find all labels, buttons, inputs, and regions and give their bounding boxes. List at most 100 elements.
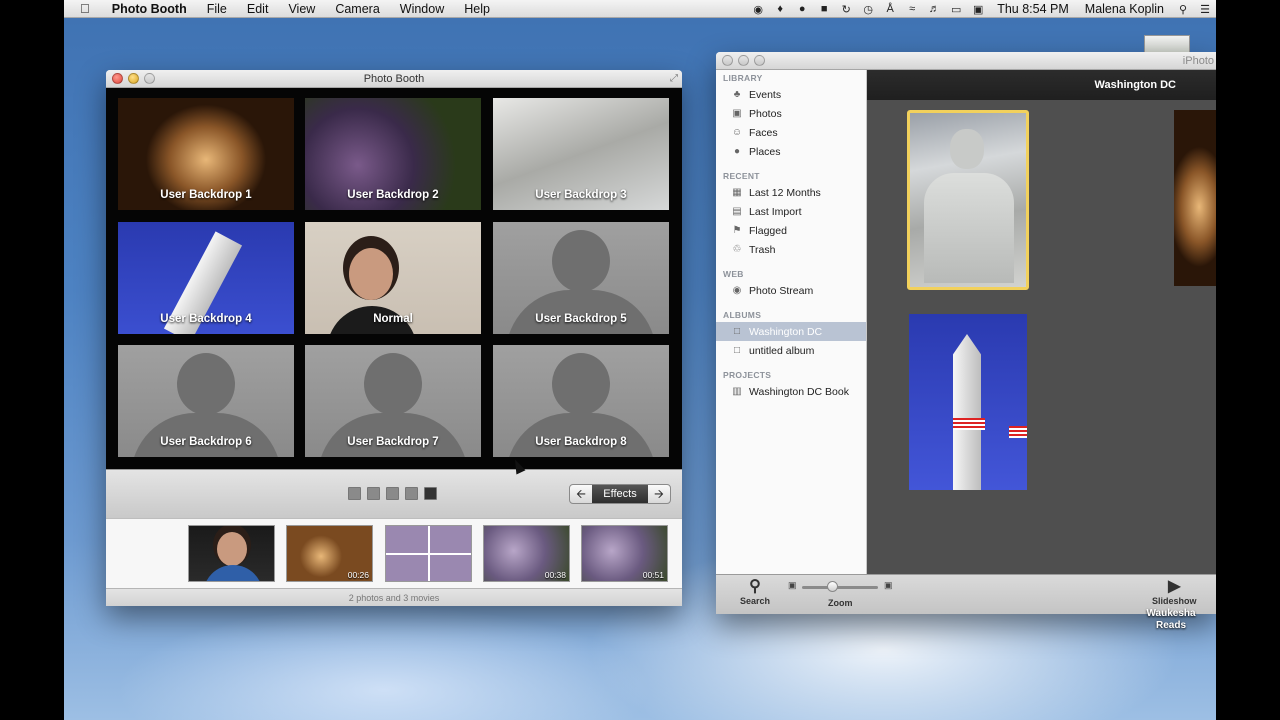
source-item-untitled-album[interactable]: □ untitled album <box>716 341 866 360</box>
window-controls <box>722 55 765 66</box>
page-dot-5[interactable] <box>424 487 437 500</box>
photo-washington-monument[interactable] <box>909 314 1027 490</box>
source-item-events[interactable]: ♣ Events <box>716 85 866 104</box>
thumbnail-2[interactable]: 00:26 <box>286 525 373 582</box>
list-menu-icon[interactable]: ☰ <box>1194 3 1216 16</box>
section-heading-web: WEB <box>723 269 744 279</box>
window-title: Photo Booth <box>363 73 425 85</box>
minimize-button[interactable] <box>128 73 139 84</box>
photo-lincoln-memorial[interactable] <box>1174 110 1216 286</box>
menu-camera[interactable]: Camera <box>325 2 389 16</box>
bluetooth-icon[interactable]: Å <box>879 3 901 15</box>
clock[interactable]: Thu 8:54 PM <box>989 2 1077 16</box>
menu-window[interactable]: Window <box>390 2 454 16</box>
effect-tile-5[interactable]: User Backdrop 5 <box>493 222 669 334</box>
close-button[interactable] <box>112 73 123 84</box>
spotlight-search-icon[interactable]: ⚲ <box>1172 3 1194 16</box>
evernote-icon[interactable]: ● <box>791 3 813 15</box>
page-dot-4[interactable] <box>405 487 418 500</box>
effect-label: User Backdrop 8 <box>535 436 627 448</box>
source-item-faces[interactable]: ☺ Faces <box>716 123 866 142</box>
effects-button[interactable]: Effects <box>592 485 648 503</box>
effect-tile-6[interactable]: User Backdrop 6 <box>118 345 294 457</box>
section-heading-albums: ALBUMS <box>723 310 762 320</box>
photo-booth-window: Photo Booth ⤢ User Backdrop 1 User Backd… <box>106 70 682 606</box>
zoom-slider-track[interactable] <box>802 586 878 589</box>
thumbnail-5[interactable]: 00:51 <box>581 525 668 582</box>
zoom-button[interactable] <box>754 55 765 66</box>
menu-view[interactable]: View <box>278 2 325 16</box>
trash-icon: ♲ <box>732 243 742 255</box>
source-item-last-import[interactable]: ▤ Last Import <box>716 202 866 221</box>
source-item-label: Last 12 Months <box>749 186 821 199</box>
effect-tile-normal[interactable]: Normal <box>305 222 481 334</box>
menu-file[interactable]: File <box>197 2 237 16</box>
source-item-places[interactable]: ● Places <box>716 142 866 161</box>
wifi-icon[interactable]: ≈ <box>901 3 923 15</box>
thumbnail-1[interactable] <box>188 525 275 582</box>
search-tool[interactable]: ⚲ Search <box>740 578 770 606</box>
title-bar: iPhoto <box>716 52 1216 70</box>
menu-bar:  Photo Booth File Edit View Camera Wind… <box>64 0 1216 18</box>
apple-menu-icon[interactable]:  <box>64 1 102 16</box>
effect-tile-8[interactable]: User Backdrop 8 <box>493 345 669 457</box>
calendar-icon[interactable]: ▣ <box>967 3 989 16</box>
app-status-icon[interactable]: ■ <box>813 3 835 15</box>
thumbnail-3[interactable] <box>385 525 472 582</box>
silhouette-body <box>131 413 281 457</box>
fullscreen-icon[interactable]: ⤢ <box>670 70 678 88</box>
next-effects-arrow-icon[interactable]: 🡪 <box>648 485 670 503</box>
page-dot-2[interactable] <box>367 487 380 500</box>
user-name[interactable]: Malena Koplin <box>1077 2 1172 16</box>
zoom-button[interactable] <box>144 73 155 84</box>
battery-icon[interactable]: ▭ <box>945 3 967 16</box>
search-icon: ⚲ <box>749 578 761 595</box>
source-item-trash[interactable]: ♲ Trash <box>716 240 866 259</box>
person-head <box>349 248 393 300</box>
effect-tile-3[interactable]: User Backdrop 3 <box>493 98 669 210</box>
effect-label: User Backdrop 4 <box>160 313 252 325</box>
effects-control: 🡨 Effects 🡪 <box>569 484 671 504</box>
album-icon: □ <box>733 344 741 356</box>
source-item-last-12-months[interactable]: ▦ Last 12 Months <box>716 183 866 202</box>
zoom-label: Zoom <box>828 598 853 608</box>
effect-tile-7[interactable]: User Backdrop 7 <box>305 345 481 457</box>
thumbnail-duration: 00:51 <box>642 570 664 580</box>
source-item-photo-stream[interactable]: ◉ Photo Stream <box>716 281 866 300</box>
app-menu[interactable]: Photo Booth <box>102 2 197 16</box>
minimize-button[interactable] <box>738 55 749 66</box>
previous-effects-arrow-icon[interactable]: 🡨 <box>570 485 592 503</box>
effect-tile-1[interactable]: User Backdrop 1 <box>118 98 294 210</box>
person-body <box>203 565 263 581</box>
drive-icon[interactable] <box>1144 35 1190 53</box>
volume-icon[interactable]: ♬ <box>923 3 945 15</box>
album-icon: □ <box>733 325 741 337</box>
zoom-out-icon[interactable]: ▣ <box>788 580 797 591</box>
sync-icon[interactable]: ↻ <box>835 3 857 16</box>
photo-mlk-memorial-selected[interactable] <box>907 110 1029 290</box>
close-button[interactable] <box>722 55 733 66</box>
effects-grid: User Backdrop 1 User Backdrop 2 User Bac… <box>106 88 682 469</box>
desktop-icon-label[interactable]: Waukesha Reads <box>1138 608 1204 632</box>
silhouette-head <box>177 353 235 415</box>
source-item-photos[interactable]: ▣ Photos <box>716 104 866 123</box>
slideshow-tool[interactable]: ▶ Slideshow <box>1152 578 1197 606</box>
time-machine-icon[interactable]: ◷ <box>857 3 879 16</box>
page-dot-3[interactable] <box>386 487 399 500</box>
menu-help[interactable]: Help <box>454 2 500 16</box>
source-item-washington-dc[interactable]: □ Washington DC <box>716 322 866 341</box>
effect-label: User Backdrop 7 <box>347 436 439 448</box>
effect-tile-2[interactable]: User Backdrop 2 <box>305 98 481 210</box>
source-item-flagged[interactable]: ⚑ Flagged <box>716 221 866 240</box>
effect-tile-4[interactable]: User Backdrop 4 <box>118 222 294 334</box>
record-icon[interactable]: ◉ <box>747 3 769 16</box>
page-dot-1[interactable] <box>348 487 361 500</box>
source-item-washington-dc-book[interactable]: ▥ Washington DC Book <box>716 382 866 401</box>
zoom-slider-knob[interactable] <box>827 581 838 592</box>
thumbnail-4[interactable]: 00:38 <box>483 525 570 582</box>
menu-edit[interactable]: Edit <box>237 2 279 16</box>
globe-icon: ● <box>733 145 741 157</box>
notification-icon[interactable]: ♦ <box>769 3 791 15</box>
controls-bar: 🡨 Effects 🡪 <box>106 469 682 518</box>
zoom-in-icon[interactable]: ▣ <box>884 580 893 591</box>
